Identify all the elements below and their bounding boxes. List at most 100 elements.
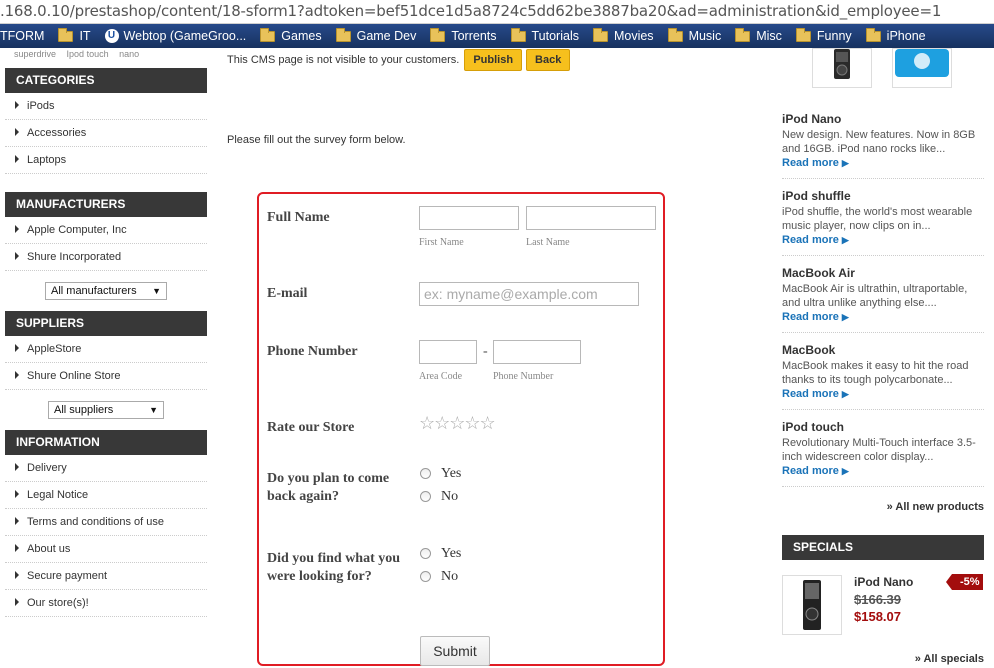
info-item-terms[interactable]: Terms and conditions of use (5, 509, 207, 536)
bullet-icon (15, 128, 19, 136)
find-question: Did you find what you were looking for? (267, 551, 401, 584)
folder-icon (592, 27, 608, 42)
last-name-input[interactable] (526, 206, 656, 230)
all-specials-link[interactable]: » All specials (915, 653, 984, 665)
phone-number-input[interactable] (493, 340, 581, 364)
manufacturer-item-apple[interactable]: Apple Computer, Inc (5, 217, 207, 244)
product-thumbnail[interactable] (892, 48, 952, 88)
bullet-icon (15, 155, 19, 163)
read-more-label: Read more (782, 157, 839, 169)
divider (782, 486, 984, 487)
bookmark-tutorials[interactable]: Tutorials (510, 27, 579, 43)
bullet-icon (15, 225, 19, 233)
manufacturers-select-wrap: All manufacturers ▼ (5, 271, 207, 311)
find-no-radio[interactable] (420, 571, 431, 582)
first-name-input[interactable] (419, 206, 519, 230)
folder-icon (260, 27, 276, 42)
select-value: All manufacturers (51, 285, 137, 297)
bookmark-label: Game Dev (356, 29, 417, 43)
divider (782, 409, 984, 410)
bookmark-game-dev[interactable]: Game Dev (335, 27, 417, 43)
arrow-right-icon: ▶ (841, 466, 849, 476)
ipod-nano-image-icon (803, 580, 821, 630)
product-thumbnail[interactable] (812, 48, 872, 88)
info-label: Delivery (27, 462, 67, 474)
bookmark-misc[interactable]: Misc (735, 27, 782, 43)
read-more-link[interactable]: Read more ▶ (782, 234, 984, 246)
email-input[interactable]: ex: myname@example.com (419, 282, 639, 306)
manufacturers-select[interactable]: All manufacturers ▼ (45, 282, 167, 300)
bookmark-label: Music (688, 29, 722, 43)
info-item-about-us[interactable]: About us (5, 536, 207, 563)
divider (782, 332, 984, 333)
come-back-no-radio[interactable] (420, 491, 431, 502)
special-product-name[interactable]: iPod Nano (854, 575, 913, 589)
first-name-sublabel: First Name (419, 237, 464, 248)
product-name[interactable]: iPod Nano (782, 112, 984, 126)
product-name[interactable]: iPod touch (782, 420, 984, 434)
product-desc: Revolutionary Multi-Touch interface 3.5-… (782, 437, 976, 463)
survey-intro: Please fill out the survey form below. (227, 134, 406, 146)
email-placeholder: ex: myname@example.com (424, 286, 598, 302)
bookmark-webtop[interactable]: U Webtop (GameGroo... (104, 29, 246, 43)
category-label: Accessories (27, 127, 87, 139)
bookmark-iphone[interactable]: iPhone (865, 27, 926, 43)
info-label: Our store(s)! (27, 597, 89, 609)
read-more-link[interactable]: Read more ▶ (782, 388, 984, 400)
area-code-input[interactable] (419, 340, 477, 364)
bookmark-movies[interactable]: Movies (592, 27, 654, 43)
new-product-item: MacBook Air MacBook Air is ultrathin, ul… (782, 266, 984, 323)
bookmark-tform[interactable]: TFORM (0, 29, 44, 43)
supplier-item-shure[interactable]: Shure Online Store (5, 363, 207, 390)
suppliers-select[interactable]: All suppliers ▼ (48, 401, 164, 419)
bookmark-label: Misc (756, 29, 782, 43)
manufacturer-label: Apple Computer, Inc (27, 224, 127, 236)
find-yes-radio[interactable] (420, 548, 431, 559)
category-label: Laptops (27, 154, 67, 166)
tag-link[interactable]: superdrive (14, 49, 56, 59)
bookmark-torrents[interactable]: Torrents (430, 27, 497, 43)
come-back-yes-radio[interactable] (420, 468, 431, 479)
read-more-label: Read more (782, 388, 839, 400)
url-text: .168.0.10/prestashop/content/18-sform1?a… (0, 2, 942, 20)
ipod-shuffle-image-icon (895, 49, 949, 77)
bookmark-label: Torrents (451, 29, 497, 43)
product-name[interactable]: iPod shuffle (782, 189, 984, 203)
tag-link[interactable]: Ipod touch (67, 49, 109, 59)
bookmark-label: iPhone (886, 29, 926, 43)
manufacturer-item-shure[interactable]: Shure Incorporated (5, 244, 207, 271)
info-item-delivery[interactable]: Delivery (5, 455, 207, 482)
product-name[interactable]: MacBook (782, 343, 984, 357)
category-item-accessories[interactable]: Accessories (5, 120, 207, 147)
publish-button[interactable]: Publish (464, 49, 523, 71)
information-title: INFORMATION (5, 430, 207, 455)
supplier-label: AppleStore (27, 343, 82, 355)
info-item-legal-notice[interactable]: Legal Notice (5, 482, 207, 509)
all-new-products-link[interactable]: » All new products (887, 501, 984, 513)
full-name-label: Full Name (267, 210, 330, 225)
submit-button[interactable]: Submit (420, 636, 490, 666)
back-button[interactable]: Back (526, 49, 571, 71)
bookmark-music[interactable]: Music (667, 27, 722, 43)
product-desc: iPod shuffle, the world's most wearable … (782, 206, 973, 232)
tag-link[interactable]: nano (119, 49, 139, 59)
category-item-laptops[interactable]: Laptops (5, 147, 207, 174)
folder-icon (865, 27, 881, 42)
category-item-ipods[interactable]: iPods (5, 93, 207, 120)
address-bar[interactable]: .168.0.10/prestashop/content/18-sform1?a… (0, 0, 994, 24)
read-more-link[interactable]: Read more ▶ (782, 311, 984, 323)
read-more-link[interactable]: Read more ▶ (782, 157, 984, 169)
info-item-our-stores[interactable]: Our store(s)! (5, 590, 207, 617)
bookmark-funny[interactable]: Funny (795, 27, 852, 43)
special-product-image[interactable] (782, 575, 842, 635)
come-back-question: Do you plan to come back again? (267, 471, 390, 504)
supplier-item-applestore[interactable]: AppleStore (5, 336, 207, 363)
bookmark-games[interactable]: Games (260, 27, 322, 43)
come-back-no-label: No (441, 489, 459, 504)
phone-number-sublabel: Phone Number (493, 371, 554, 382)
bookmark-it[interactable]: IT (58, 27, 91, 43)
product-name[interactable]: MacBook Air (782, 266, 984, 280)
info-item-secure-payment[interactable]: Secure payment (5, 563, 207, 590)
read-more-link[interactable]: Read more ▶ (782, 465, 984, 477)
star-rating[interactable]: ☆☆☆☆☆ (419, 413, 496, 434)
